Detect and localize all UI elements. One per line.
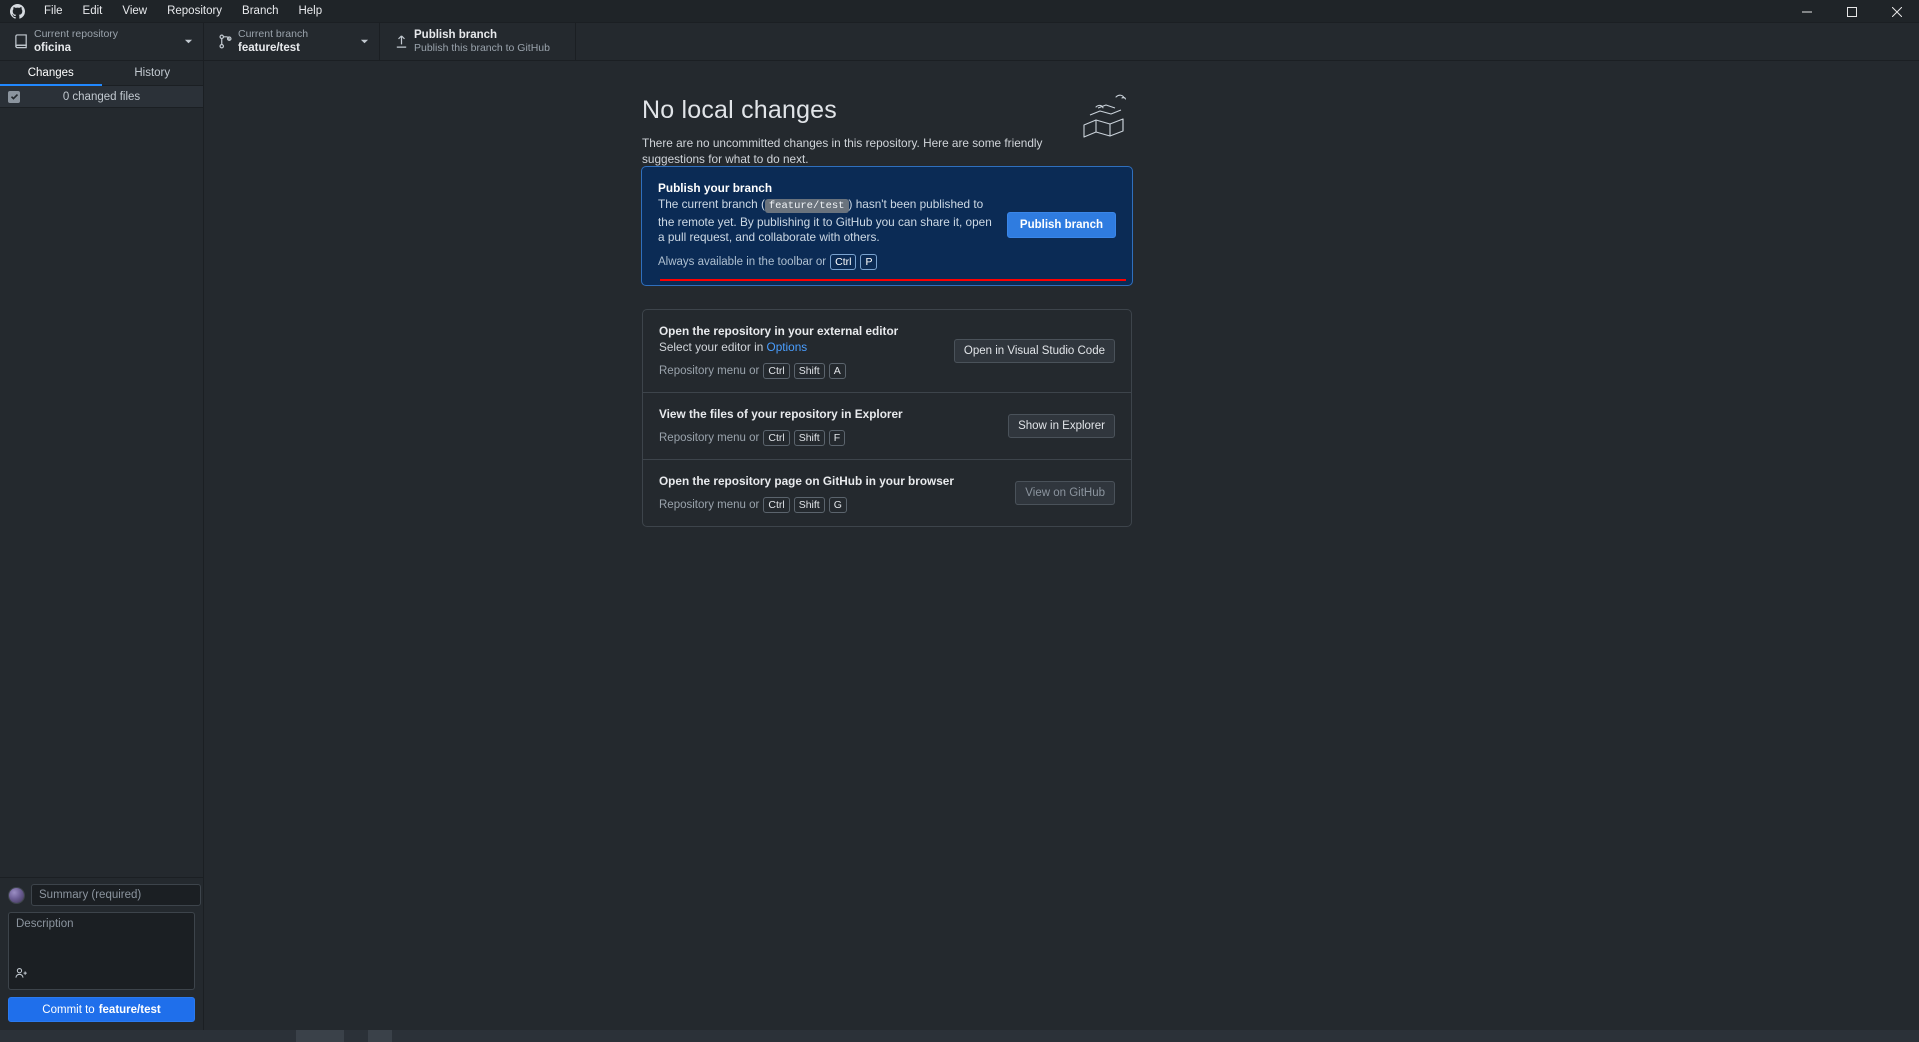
window-controls — [1784, 0, 1919, 23]
current-repository-label: Current repository — [34, 28, 119, 40]
branch-icon — [214, 34, 236, 49]
show-in-explorer-button[interactable]: Show in Explorer — [1008, 414, 1115, 438]
key-f: F — [828, 430, 846, 446]
menu-item-view[interactable]: View — [112, 0, 157, 22]
maximize-icon[interactable] — [1829, 0, 1874, 23]
avatar — [8, 886, 25, 904]
changed-files-list — [0, 108, 203, 877]
commit-summary-input[interactable] — [31, 884, 201, 906]
close-icon[interactable] — [1874, 0, 1919, 23]
suggestion-card-external-editor[interactable]: Open the repository in your external edi… — [643, 310, 1131, 393]
key-p: P — [860, 253, 878, 270]
upload-icon — [390, 34, 412, 49]
publish-branch-title: Publish branch — [414, 29, 498, 41]
current-branch-label: Current branch — [238, 28, 309, 40]
view-on-github-button[interactable]: View on GitHub — [1015, 481, 1115, 505]
sidebar: Changes History 0 changed files Descript… — [0, 61, 204, 1030]
card-shortcut-row: Repository menu or Ctrl Shift A — [659, 363, 942, 379]
publish-branch-toolbar-button[interactable]: Publish branch Publish this branch to Gi… — [380, 23, 576, 60]
taskbar-segment — [0, 1030, 296, 1042]
repo-icon — [10, 34, 32, 49]
key-ctrl: Ctrl — [763, 363, 790, 379]
card-shortcut-row: Repository menu or Ctrl Shift F — [659, 430, 996, 446]
card-shortcut-text: Repository menu or — [659, 432, 760, 444]
taskbar-strip — [0, 1030, 1919, 1042]
publish-branch-button[interactable]: Publish branch — [1006, 211, 1116, 238]
menu-item-repository[interactable]: Repository — [157, 0, 232, 22]
key-shift: Shift — [793, 430, 825, 446]
suggestion-card-view-on-github[interactable]: Open the repository page on GitHub in yo… — [643, 460, 1131, 526]
menu-item-branch[interactable]: Branch — [232, 0, 288, 22]
changed-files-count: 0 changed files — [62, 90, 141, 103]
menu-bar: File Edit View Repository Branch Help — [34, 0, 332, 22]
publish-branch-subtitle: Publish this branch to GitHub — [414, 42, 550, 54]
no-changes-blankslate: No local changes There are no uncommitte… — [641, 61, 1133, 527]
current-branch-value: feature/test — [238, 42, 300, 54]
taskbar-segment — [392, 1030, 1919, 1042]
tab-history[interactable]: History — [102, 61, 204, 85]
taskbar-segment — [344, 1030, 368, 1042]
key-shift: Shift — [793, 497, 825, 513]
open-boxes-icon — [1076, 83, 1138, 145]
card-title: Open the repository page on GitHub in yo… — [659, 474, 954, 488]
key-g: G — [828, 497, 847, 513]
commit-form: Description Commit to feature/test — [0, 877, 203, 1030]
card-title: Publish your branch — [658, 181, 773, 195]
menu-item-file[interactable]: File — [34, 0, 73, 22]
main-content: No local changes There are no uncommitte… — [204, 61, 1919, 1030]
app-toolbar: Current repository oficina Current branc… — [0, 23, 1919, 61]
menu-item-edit[interactable]: Edit — [73, 0, 113, 22]
menu-item-help[interactable]: Help — [288, 0, 332, 22]
page-title: No local changes — [642, 96, 837, 124]
key-ctrl: Ctrl — [763, 497, 790, 513]
card-shortcut-text: Always available in the toolbar or — [658, 255, 827, 268]
commit-button[interactable]: Commit to feature/test — [8, 997, 195, 1022]
commit-summary-row — [8, 884, 201, 906]
card-description-before: The current branch ( — [658, 197, 765, 211]
tab-changes[interactable]: Changes — [0, 61, 102, 86]
key-shift: Shift — [793, 363, 825, 379]
card-shortcut-row: Repository menu or Ctrl Shift G — [659, 497, 1003, 513]
commit-button-prefix: Commit to — [42, 1003, 95, 1016]
card-description: The current branch (feature/test) hasn't… — [658, 197, 995, 246]
card-shortcut-text: Repository menu or — [659, 499, 760, 511]
card-title: Open the repository in your external edi… — [659, 323, 899, 338]
sidebar-tabs: Changes History — [0, 61, 203, 86]
card-title: View the files of your repository in Exp… — [659, 407, 903, 421]
suggestion-card-show-in-explorer[interactable]: View the files of your repository in Exp… — [643, 393, 1131, 460]
select-all-checkbox[interactable] — [8, 90, 20, 103]
github-mark-icon — [0, 3, 34, 19]
add-person-icon[interactable] — [15, 967, 28, 985]
open-in-editor-button[interactable]: Open in Visual Studio Code — [953, 338, 1115, 363]
app-body: Changes History 0 changed files Descript… — [0, 61, 1919, 1030]
current-repository-value: oficina — [34, 42, 72, 54]
key-a: A — [828, 363, 846, 379]
current-branch-button[interactable]: Current branch feature/test — [204, 23, 380, 60]
card-shortcut-text: Repository menu or — [659, 365, 760, 377]
options-link[interactable]: Options — [767, 340, 808, 354]
changed-files-header: 0 changed files — [0, 86, 203, 108]
key-ctrl: Ctrl — [763, 430, 790, 446]
card-description: Select your editor in Options — [659, 340, 942, 356]
annotation-underline — [660, 278, 1126, 281]
card-description-before: Select your editor in — [659, 339, 767, 354]
chevron-down-icon — [184, 33, 193, 51]
commit-description-placeholder: Description — [16, 918, 74, 930]
branch-name-chip: feature/test — [764, 199, 849, 213]
suggestion-card-publish-branch[interactable]: Publish your branch The current branch (… — [641, 166, 1133, 286]
title-bar: File Edit View Repository Branch Help — [0, 0, 1919, 23]
suggestion-cards: Open the repository in your external edi… — [642, 308, 1132, 527]
minimize-icon[interactable] — [1784, 0, 1829, 23]
page-description: There are no uncommitted changes in this… — [642, 136, 1043, 166]
commit-description-box[interactable]: Description — [8, 912, 195, 990]
commit-button-branch: feature/test — [98, 1003, 161, 1016]
chevron-down-icon — [360, 33, 369, 51]
card-shortcut-row: Always available in the toolbar or Ctrl … — [658, 253, 995, 270]
key-ctrl: Ctrl — [830, 253, 857, 270]
current-repository-button[interactable]: Current repository oficina — [0, 23, 204, 60]
